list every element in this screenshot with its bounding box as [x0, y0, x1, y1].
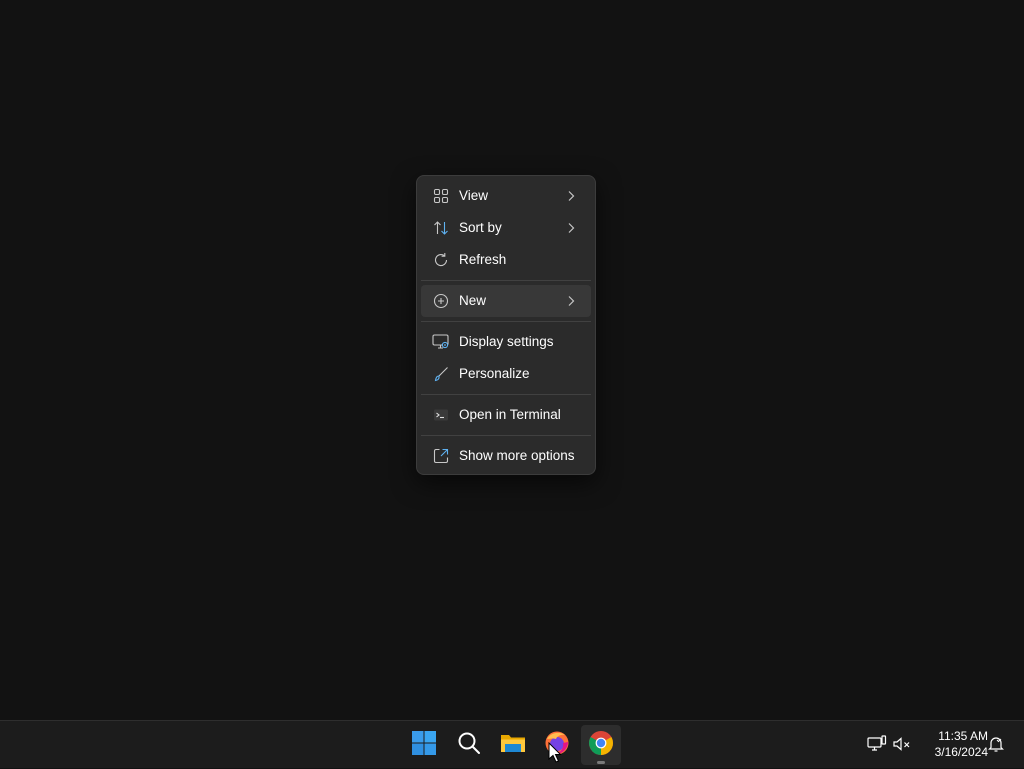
chrome-icon: [588, 730, 614, 761]
clock-date: 3/16/2024: [934, 745, 988, 759]
menu-separator: [421, 280, 591, 281]
menu-separator: [421, 435, 591, 436]
refresh-icon: [432, 251, 450, 269]
menu-item-new[interactable]: New: [421, 285, 591, 317]
menu-item-label: Open in Terminal: [459, 407, 561, 422]
search-icon: [457, 731, 481, 760]
menu-separator: [421, 394, 591, 395]
menu-item-view[interactable]: View: [421, 180, 591, 212]
clock-time: 11:35 AM: [938, 729, 988, 743]
network-icon[interactable]: [866, 733, 888, 755]
terminal-icon: [432, 406, 450, 424]
menu-item-label: Personalize: [459, 366, 530, 381]
menu-item-label: Show more options: [459, 448, 575, 463]
menu-separator: [421, 321, 591, 322]
volume-muted-icon[interactable]: [891, 733, 913, 755]
taskbar-clock[interactable]: 11:35 AM 3/16/2024: [918, 728, 988, 760]
menu-item-refresh[interactable]: Refresh: [421, 244, 591, 276]
start-button[interactable]: [404, 725, 444, 765]
chevron-right-icon: [565, 295, 577, 307]
notification-bell-icon[interactable]: [985, 733, 1007, 755]
menu-item-display-settings[interactable]: Display settings: [421, 326, 591, 358]
mouse-cursor-icon: [548, 741, 562, 764]
display-settings-icon: [432, 333, 450, 351]
search-button[interactable]: [449, 725, 489, 765]
menu-item-label: Display settings: [459, 334, 554, 349]
menu-item-personalize[interactable]: Personalize: [421, 358, 591, 390]
chevron-right-icon: [565, 190, 577, 202]
windows-start-icon: [411, 730, 437, 761]
menu-item-show-more-options[interactable]: Show more options: [421, 440, 591, 472]
new-plus-icon: [432, 292, 450, 310]
menu-item-label: New: [459, 293, 487, 308]
sort-icon: [432, 219, 450, 237]
menu-item-label: Sort by: [459, 220, 502, 235]
chevron-right-icon: [565, 222, 577, 234]
personalize-brush-icon: [432, 365, 450, 383]
chrome-button[interactable]: [581, 725, 621, 765]
menu-item-label: Refresh: [459, 252, 507, 267]
file-explorer-icon: [500, 731, 526, 760]
view-grid-icon: [432, 187, 450, 205]
menu-item-open-in-terminal[interactable]: Open in Terminal: [421, 399, 591, 431]
show-more-options-icon: [432, 447, 450, 465]
menu-item-label: View: [459, 188, 489, 203]
menu-item-sort-by[interactable]: Sort by: [421, 212, 591, 244]
taskbar: 11:35 AM 3/16/2024: [0, 720, 1024, 768]
desktop-context-menu: View Sort by Refresh New Display setting…: [416, 175, 596, 475]
file-explorer-button[interactable]: [493, 725, 533, 765]
